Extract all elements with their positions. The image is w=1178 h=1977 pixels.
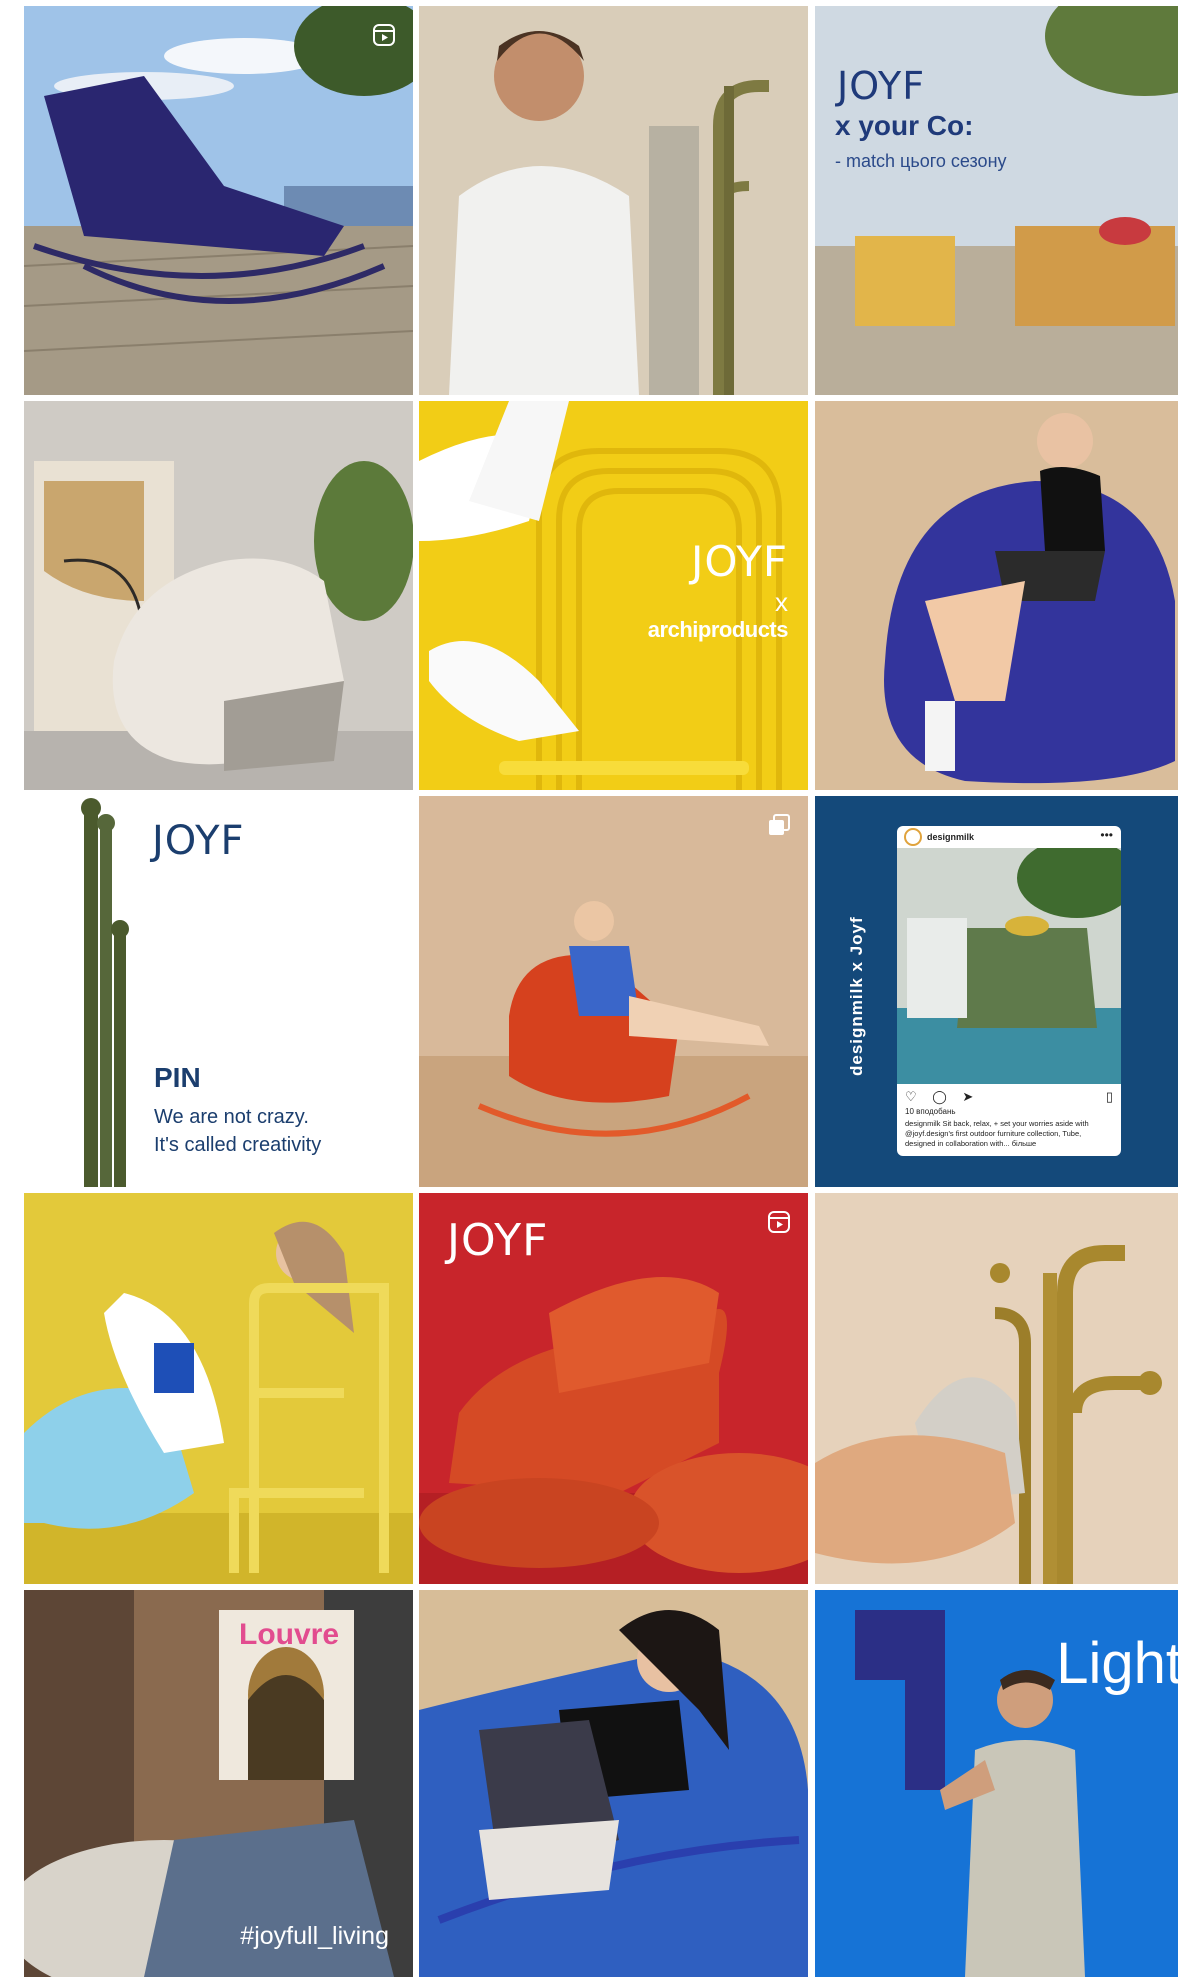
brand-logo: JOYF — [152, 818, 245, 864]
post-tile[interactable] — [24, 1193, 413, 1584]
reel-icon — [373, 24, 395, 46]
post-tile[interactable]: Louvre #joyfull_living — [24, 1590, 413, 1977]
embedded-image — [897, 848, 1121, 1084]
carousel-icon — [769, 814, 790, 835]
post-partner: archiproducts — [647, 617, 789, 642]
embedded-post-card: designmilk ••• ♡ ◯ ➤ ▯ 10 вподобань desi… — [897, 826, 1121, 1156]
post-image — [419, 1590, 808, 1977]
post-tile[interactable]: designmilk x Joyf designmilk ••• ♡ ◯ ➤ ▯… — [815, 796, 1178, 1187]
post-tagline: It's called creativity — [154, 1134, 322, 1156]
more-icon: ••• — [1100, 828, 1113, 842]
likes-count: 10 вподобань — [905, 1107, 956, 1116]
post-tile[interactable] — [24, 6, 413, 395]
post-image — [419, 796, 808, 1187]
post-collab-x: x — [775, 587, 788, 617]
post-image — [24, 1193, 413, 1584]
magazine-title: Louvre — [239, 1618, 340, 1651]
brand-logo: JOYF — [447, 1215, 549, 1266]
post-tile[interactable] — [24, 401, 413, 790]
post-caption: designmilk Sit back, relax, + set your w… — [905, 1119, 1089, 1148]
product-name: PIN — [154, 1062, 201, 1093]
post-action-icons: ♡ ◯ ➤ — [905, 1089, 980, 1104]
brand-logo: JOYF — [691, 537, 788, 586]
reel-icon — [768, 1211, 790, 1233]
post-tile[interactable]: JOYF x your Co: - match цього сезону — [815, 6, 1178, 395]
post-image — [24, 1590, 413, 1977]
post-subheadline: - match цього сезону — [835, 151, 1007, 171]
collab-side-text: designmilk x Joyf — [847, 916, 866, 1076]
post-tile[interactable] — [419, 796, 808, 1187]
account-name: designmilk — [927, 832, 975, 842]
post-image — [24, 6, 413, 395]
post-tile[interactable] — [419, 1590, 808, 1977]
post-tile[interactable] — [419, 6, 808, 395]
post-headline: Light — [1056, 1631, 1178, 1696]
post-tile[interactable]: JOYF PIN We are not crazy. It's called c… — [24, 796, 413, 1187]
post-image — [815, 401, 1178, 790]
post-tile[interactable]: Light — [815, 1590, 1178, 1977]
post-headline: x your Co: — [835, 110, 974, 141]
post-tile[interactable]: JOYF x archiproducts — [419, 401, 808, 790]
brand-logo: JOYF — [837, 64, 926, 108]
post-tile[interactable]: JOYF — [419, 1193, 808, 1584]
post-hashtag: #joyfull_living — [240, 1922, 389, 1950]
post-image — [419, 6, 808, 395]
post-tile[interactable] — [815, 1193, 1178, 1584]
post-grid: JOYF x your Co: - match цього сезону JOY… — [0, 0, 1178, 1977]
post-image — [815, 1193, 1178, 1584]
post-image — [24, 401, 413, 790]
post-tile[interactable] — [815, 401, 1178, 790]
post-image — [419, 401, 808, 790]
bookmark-icon: ▯ — [1105, 1089, 1113, 1104]
post-tagline: We are not crazy. — [154, 1106, 309, 1128]
